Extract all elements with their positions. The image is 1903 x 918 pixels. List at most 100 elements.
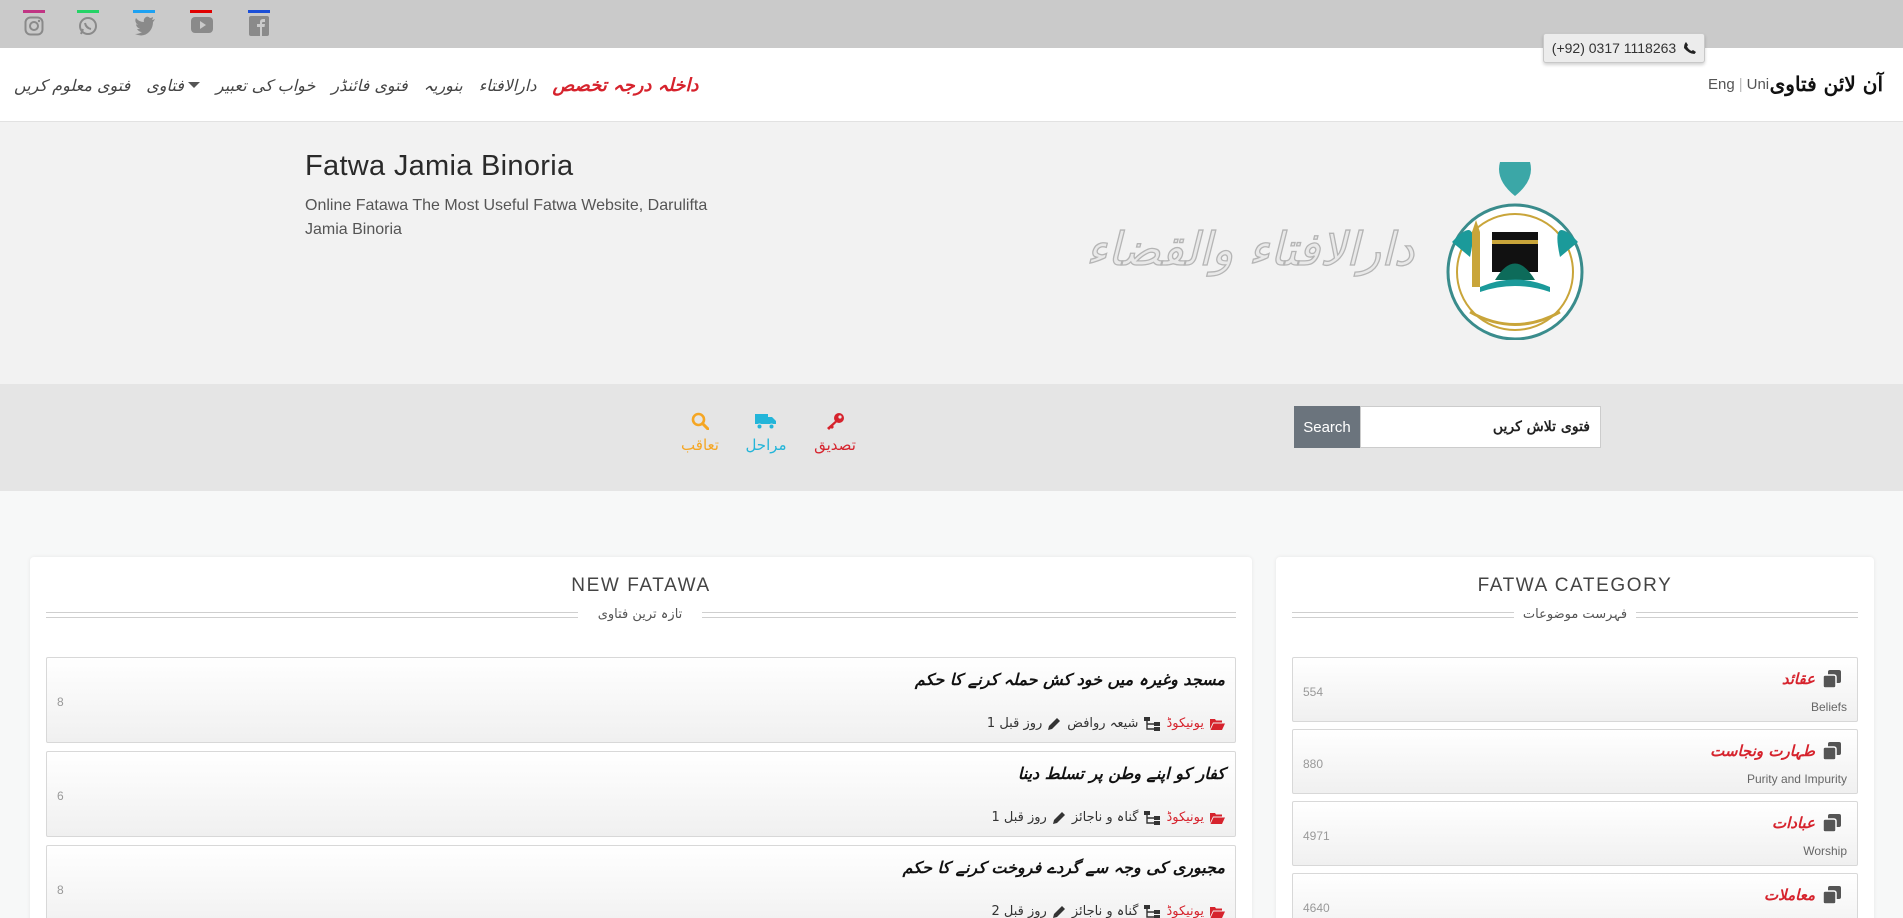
phone-number: (+92) 0317 1118263	[1551, 40, 1677, 56]
site-brand[interactable]: آن لائن فتاوی	[1770, 72, 1883, 96]
category-count: 554	[1303, 685, 1324, 699]
fatwa-view-count: 6	[57, 789, 64, 803]
category-label: معاملات	[1764, 886, 1815, 904]
category-english-label: Worship	[1803, 844, 1847, 858]
folder-open-icon	[1210, 812, 1225, 824]
whatsapp-link[interactable]	[77, 10, 99, 36]
darul-ifta-calligraphy-logo: دارالافتاء والقضاء	[1085, 221, 1415, 277]
divider	[1292, 612, 1514, 618]
category-label: عبادات	[1771, 814, 1815, 832]
verify-action-button[interactable]: تصدیق	[805, 412, 865, 454]
facebook-link[interactable]	[248, 10, 270, 36]
category-item[interactable]: معاملات 4640	[1292, 873, 1858, 918]
nav-item-fatwa-finder[interactable]: فتوی فائنڈر	[331, 76, 407, 95]
sitemap-icon	[1144, 716, 1161, 731]
track-action-button[interactable]: تعاقب	[670, 412, 730, 454]
twitter-link[interactable]	[133, 10, 155, 36]
stages-label: مراحل	[745, 436, 787, 454]
lang-english-link[interactable]: Eng	[1708, 76, 1735, 93]
new-fatawa-subtitle: تازہ ترین فتاوی	[597, 607, 683, 622]
category-count: 4640	[1303, 901, 1330, 915]
phone-button[interactable]: (+92) 0317 1118263	[1543, 33, 1705, 63]
folder-open-icon	[1210, 906, 1225, 918]
fatwa-tag-link[interactable]: گناہ و ناجائز	[1072, 810, 1139, 825]
twitter-icon	[135, 16, 155, 36]
category-title[interactable]: عقائد	[1782, 670, 1841, 688]
fatwa-category-panel: FATWA CATEGORY فہرست موضوعات عقائد Belie…	[1276, 557, 1874, 918]
stages-action-button[interactable]: مراحل	[736, 412, 796, 454]
sitemap-icon	[1144, 810, 1161, 825]
fatwa-category-link[interactable]: یونیکوڈ	[1166, 810, 1204, 825]
truck-icon	[755, 414, 776, 430]
whatsapp-accent	[77, 10, 99, 13]
instagram-icon	[24, 16, 44, 36]
fatwa-list-item[interactable]: کفار کو اپنے وطن پر تسلط دینا یونیکوڈ گن…	[46, 751, 1236, 837]
fatwa-view-count: 8	[57, 883, 64, 897]
category-title[interactable]: معاملات	[1764, 886, 1841, 904]
fatwa-category-title: FATWA CATEGORY	[1477, 575, 1673, 596]
fatwa-category-link[interactable]: یونیکوڈ	[1166, 716, 1204, 731]
fatwa-title[interactable]: مسجد وغیرہ میں خود کش حملہ کرنے کا حکم	[915, 670, 1225, 689]
instagram-link[interactable]	[23, 10, 45, 36]
nav-item-label: داخلہ درجہ تخصص	[552, 74, 699, 96]
nav-item-label: بنوریہ	[423, 75, 463, 95]
category-item[interactable]: عبادات Worship 4971	[1292, 801, 1858, 866]
divider	[702, 612, 1236, 618]
category-label: عقائد	[1781, 670, 1815, 688]
fatwa-title[interactable]: کفار کو اپنے وطن پر تسلط دینا	[1018, 764, 1225, 783]
folder-open-icon	[1210, 718, 1225, 730]
logo-calligraphy-text: دارالافتاء والقضاء	[1086, 222, 1415, 277]
pencil-icon	[1052, 906, 1065, 918]
copy-icon	[1823, 814, 1841, 832]
fatwa-category-link[interactable]: یونیکوڈ	[1166, 904, 1204, 918]
search-input[interactable]	[1360, 406, 1601, 448]
nav-item-admission[interactable]: داخلہ درجہ تخصص	[552, 75, 698, 96]
facebook-accent	[248, 10, 270, 13]
copy-icon	[1823, 742, 1841, 760]
jamia-binoria-emblem-logo	[1446, 162, 1584, 340]
category-label: طہارت ونجاست	[1710, 742, 1815, 760]
track-label: تعاقب	[681, 436, 719, 454]
nav-item-binoria[interactable]: بنوریہ	[424, 76, 463, 95]
search-button[interactable]: Search	[1294, 406, 1360, 448]
nav-item-label: فتوی معلوم کریں	[14, 75, 131, 95]
search-icon	[691, 412, 709, 430]
nav-item-fatawa-dropdown[interactable]: فتاوی	[146, 76, 200, 95]
lang-unicode-link[interactable]: Uni	[1747, 76, 1770, 93]
category-english-label: Purity and Impurity	[1746, 772, 1847, 786]
fatwa-list-item[interactable]: مسجد وغیرہ میں خود کش حملہ کرنے کا حکم ی…	[46, 657, 1236, 743]
fatwa-time: 2 روز قبل	[991, 904, 1047, 918]
nav-item-dream-interpretation[interactable]: خواب کی تعبیر	[216, 76, 315, 95]
nav-item-darul-ifta[interactable]: دارالافتاء	[479, 76, 537, 95]
fatwa-tag-link[interactable]: شیعہ روافض	[1067, 716, 1138, 731]
pencil-icon	[1052, 812, 1065, 824]
fatwa-list-item[interactable]: مجبوری کی وجہ سے گردے فروخت کرنے کا حکم …	[46, 845, 1236, 918]
new-fatawa-title: NEW FATAWA	[571, 575, 711, 596]
site-title: Fatwa Jamia Binoria	[305, 150, 574, 182]
fatwa-time: 1 روز قبل	[991, 810, 1047, 825]
youtube-icon	[191, 17, 213, 33]
nav-item-label: خواب کی تعبیر	[215, 75, 316, 95]
fatwa-meta: یونیکوڈ شیعہ روافض 1 روز قبل	[987, 716, 1225, 731]
caret-down-icon	[187, 82, 200, 88]
category-title[interactable]: طہارت ونجاست	[1710, 742, 1841, 760]
nav-item-ask-fatwa[interactable]: فتوی معلوم کریں	[14, 76, 130, 95]
search-form: Search	[1294, 406, 1601, 448]
category-english-label: Beliefs	[1810, 700, 1847, 714]
fatwa-title[interactable]: مجبوری کی وجہ سے گردے فروخت کرنے کا حکم	[903, 858, 1225, 877]
category-item[interactable]: عقائد Beliefs 554	[1292, 657, 1858, 722]
facebook-icon	[249, 16, 269, 36]
divider	[1636, 612, 1858, 618]
fatwa-category-subtitle: فہرست موضوعات	[1522, 607, 1628, 622]
nav-item-label: فتوی فائنڈر	[331, 75, 408, 95]
hero-banner: Fatwa Jamia Binoria Online Fatawa The Mo…	[0, 122, 1903, 384]
nav-menu: داخلہ درجہ تخصص دارالافتاء بنوریہ فتوی ف…	[14, 48, 698, 122]
category-item[interactable]: طہارت ونجاست Purity and Impurity 880	[1292, 729, 1858, 794]
youtube-link[interactable]	[190, 10, 213, 36]
copy-icon	[1823, 670, 1841, 688]
divider	[46, 612, 578, 618]
category-title[interactable]: عبادات	[1772, 814, 1841, 832]
fatwa-tag-link[interactable]: گناہ و ناجائز	[1072, 904, 1139, 918]
fatwa-meta: یونیکوڈ گناہ و ناجائز 1 روز قبل	[991, 810, 1225, 825]
sitemap-icon	[1144, 904, 1161, 918]
